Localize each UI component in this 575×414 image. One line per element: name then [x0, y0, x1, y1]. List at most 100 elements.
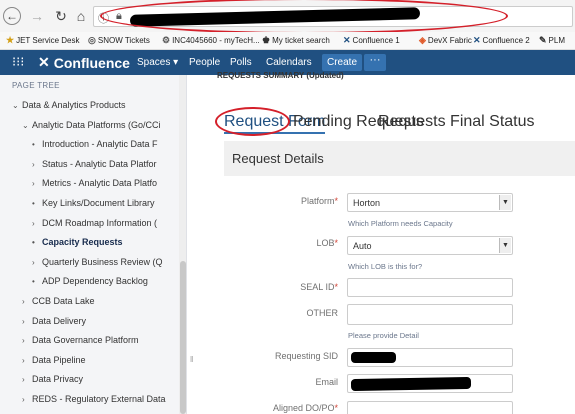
sidebar-item[interactable]: • ADP Dependency Backlog [32, 276, 148, 286]
sidebar-item-label: Quarterly Business Review (Q [42, 256, 163, 267]
brand-name: Confluence [53, 54, 130, 71]
sidebar-item-label: Introduction - Analytic Data F [42, 139, 158, 150]
lob-hint: Which LOB is this for? [348, 262, 423, 271]
panel-title: Request Details [232, 151, 324, 166]
sealid-label: SEAL ID* [300, 282, 338, 292]
bullet-icon[interactable]: • [32, 238, 42, 247]
bookmark-icon: ⚙ [162, 35, 171, 45]
sidebar-item-label: Key Links/Document Library [42, 198, 155, 208]
nav-people[interactable]: People [189, 57, 220, 68]
forward-arrow-icon[interactable]: → [28, 7, 46, 25]
sid-input[interactable] [347, 348, 513, 367]
sidebar-item-label: Analytic Data Platforms (Go/CCi [32, 119, 161, 130]
app-switcher-icon[interactable]: ⁝⁝⁝ [12, 55, 24, 69]
sidebar-scrollbar-thumb[interactable] [180, 261, 186, 414]
aligned-label: Aligned DO/PO* [272, 403, 338, 413]
sidebar-item-label: Metrics - Analytic Data Platfo [42, 178, 158, 189]
chevron-right-icon[interactable]: › [22, 336, 32, 345]
bullet-icon[interactable]: • [32, 199, 42, 208]
sidebar-item[interactable]: › Data Delivery [22, 316, 86, 326]
sidebar-item[interactable]: ⌄ Analytic Data Platforms (Go/CCi [22, 120, 161, 130]
sidebar-item-label: Data Privacy [32, 374, 84, 385]
sidebar-item[interactable]: › Status - Analytic Data Platfor [32, 159, 157, 169]
chevron-right-icon[interactable]: › [22, 297, 32, 306]
bookmark-icon: ✎ [539, 35, 547, 45]
page-tree-heading: PAGE TREE [12, 81, 60, 90]
sidebar-item-label: Data & Analytics Products [22, 100, 126, 110]
sidebar-item-label: Data Pipeline [32, 354, 86, 365]
platform-select[interactable]: Horton ▼ [347, 193, 513, 212]
chevron-down-icon[interactable]: ⌄ [22, 121, 32, 130]
lob-select[interactable]: Auto ▼ [347, 236, 513, 255]
bullet-icon[interactable]: • [32, 140, 42, 149]
bookmark-item[interactable]: ⚙ INC4045660 - myTecH... [162, 35, 260, 46]
confluence-logo[interactable]: ✕ Confluence [38, 54, 130, 71]
back-arrow-icon[interactable]: ← [3, 7, 21, 25]
bookmark-icon: ◎ [88, 35, 96, 45]
nav-polls[interactable]: Polls [230, 57, 252, 68]
platform-label: Platform* [300, 196, 338, 206]
bookmark-label: PLM [548, 36, 565, 45]
dropdown-arrow-icon[interactable]: ▼ [499, 238, 511, 253]
more-button[interactable]: ··· [364, 54, 386, 71]
sidebar-item[interactable]: › DCM Roadmap Information ( [32, 218, 157, 228]
sidebar-item[interactable]: › REDS - Regulatory External Data [22, 394, 166, 404]
annotation-ellipse [100, 0, 508, 34]
page-tree-sidebar: PAGE TREE ⌄ Data & Analytics Products ⌄ Ana… [0, 75, 187, 414]
sidebar-item-label: DCM Roadmap Information ( [42, 217, 158, 228]
sidebar-item[interactable]: › Data Pipeline [22, 355, 86, 365]
chevron-right-icon[interactable]: › [22, 356, 32, 365]
sidebar-item[interactable]: • Capacity Requests [32, 237, 123, 247]
sidebar-item[interactable]: › Data Privacy [22, 374, 83, 384]
bookmark-item[interactable]: ★ JET Service Desk [6, 35, 80, 46]
sidebar-item[interactable]: • Key Links/Document Library [32, 198, 155, 208]
browser-toolbar: ← → ↻ ⌂ ⓘ 🔒︎ [0, 0, 575, 34]
sidebar-resize-handle[interactable]: ‖ [190, 354, 194, 366]
nav-spaces[interactable]: Spaces ▾ [137, 57, 178, 68]
chevron-right-icon[interactable]: › [32, 219, 42, 228]
dropdown-arrow-icon[interactable]: ▼ [499, 195, 511, 210]
other-input[interactable] [347, 304, 513, 325]
sidebar-item[interactable]: • Introduction - Analytic Data F [32, 139, 158, 149]
create-button[interactable]: Create [322, 54, 362, 71]
chevron-right-icon[interactable]: › [22, 395, 32, 404]
request-details-header: Request Details [224, 141, 575, 176]
sidebar-item-label: CCB Data Lake [32, 296, 95, 306]
chevron-right-icon[interactable]: › [32, 179, 42, 188]
bookmark-label: Confluence 2 [482, 36, 530, 45]
bookmark-item[interactable]: ✎ PLM [539, 35, 565, 46]
redacted-email [350, 376, 472, 392]
bookmark-icon: ★ [6, 35, 15, 45]
home-icon[interactable]: ⌂ [72, 7, 90, 25]
bookmark-item[interactable]: ◎ SNOW Tickets [88, 35, 150, 46]
bookmark-item[interactable]: ◈ DevX Fabric [419, 35, 472, 46]
chevron-right-icon[interactable]: › [32, 160, 42, 169]
bookmark-icon: ♚ [262, 35, 271, 45]
reload-icon[interactable]: ↻ [52, 7, 70, 25]
email-input[interactable] [347, 374, 513, 393]
platform-value: Horton [353, 198, 381, 208]
bookmark-item[interactable]: ✕ Confluence 2 [473, 35, 530, 46]
chevron-down-icon[interactable]: ⌄ [12, 101, 22, 110]
chevron-right-icon[interactable]: › [22, 317, 32, 326]
tab-requests-final-status[interactable]: Requests Final Status [378, 113, 535, 131]
bookmark-label: SNOW Tickets [97, 36, 150, 45]
confluence-logo-icon: ✕ [38, 54, 50, 70]
chevron-right-icon[interactable]: › [22, 375, 32, 384]
sidebar-item[interactable]: › Data Governance Platform [22, 335, 139, 345]
bookmark-item[interactable]: ♚ My ticket search [262, 35, 330, 46]
bullet-icon[interactable]: • [32, 277, 42, 286]
sidebar-item[interactable]: › CCB Data Lake [22, 296, 95, 306]
email-label: Email [315, 377, 338, 387]
aligned-input[interactable] [347, 401, 513, 414]
chevron-right-icon[interactable]: › [32, 258, 42, 267]
sidebar-item-label: Status - Analytic Data Platfor [42, 158, 157, 169]
nav-calendars[interactable]: Calendars [266, 57, 312, 68]
sidebar-item[interactable]: › Metrics - Analytic Data Platfo [32, 178, 157, 188]
sidebar-item[interactable]: ⌄ Data & Analytics Products [12, 100, 126, 110]
sidebar-item[interactable]: › Quarterly Business Review (Q [32, 257, 163, 267]
bookmark-item[interactable]: ✕ Confluence 1 [343, 35, 400, 46]
sealid-input[interactable] [347, 278, 513, 297]
sidebar-item-label: REDS - Regulatory External Data [32, 394, 166, 404]
lob-value: Auto [353, 241, 372, 251]
